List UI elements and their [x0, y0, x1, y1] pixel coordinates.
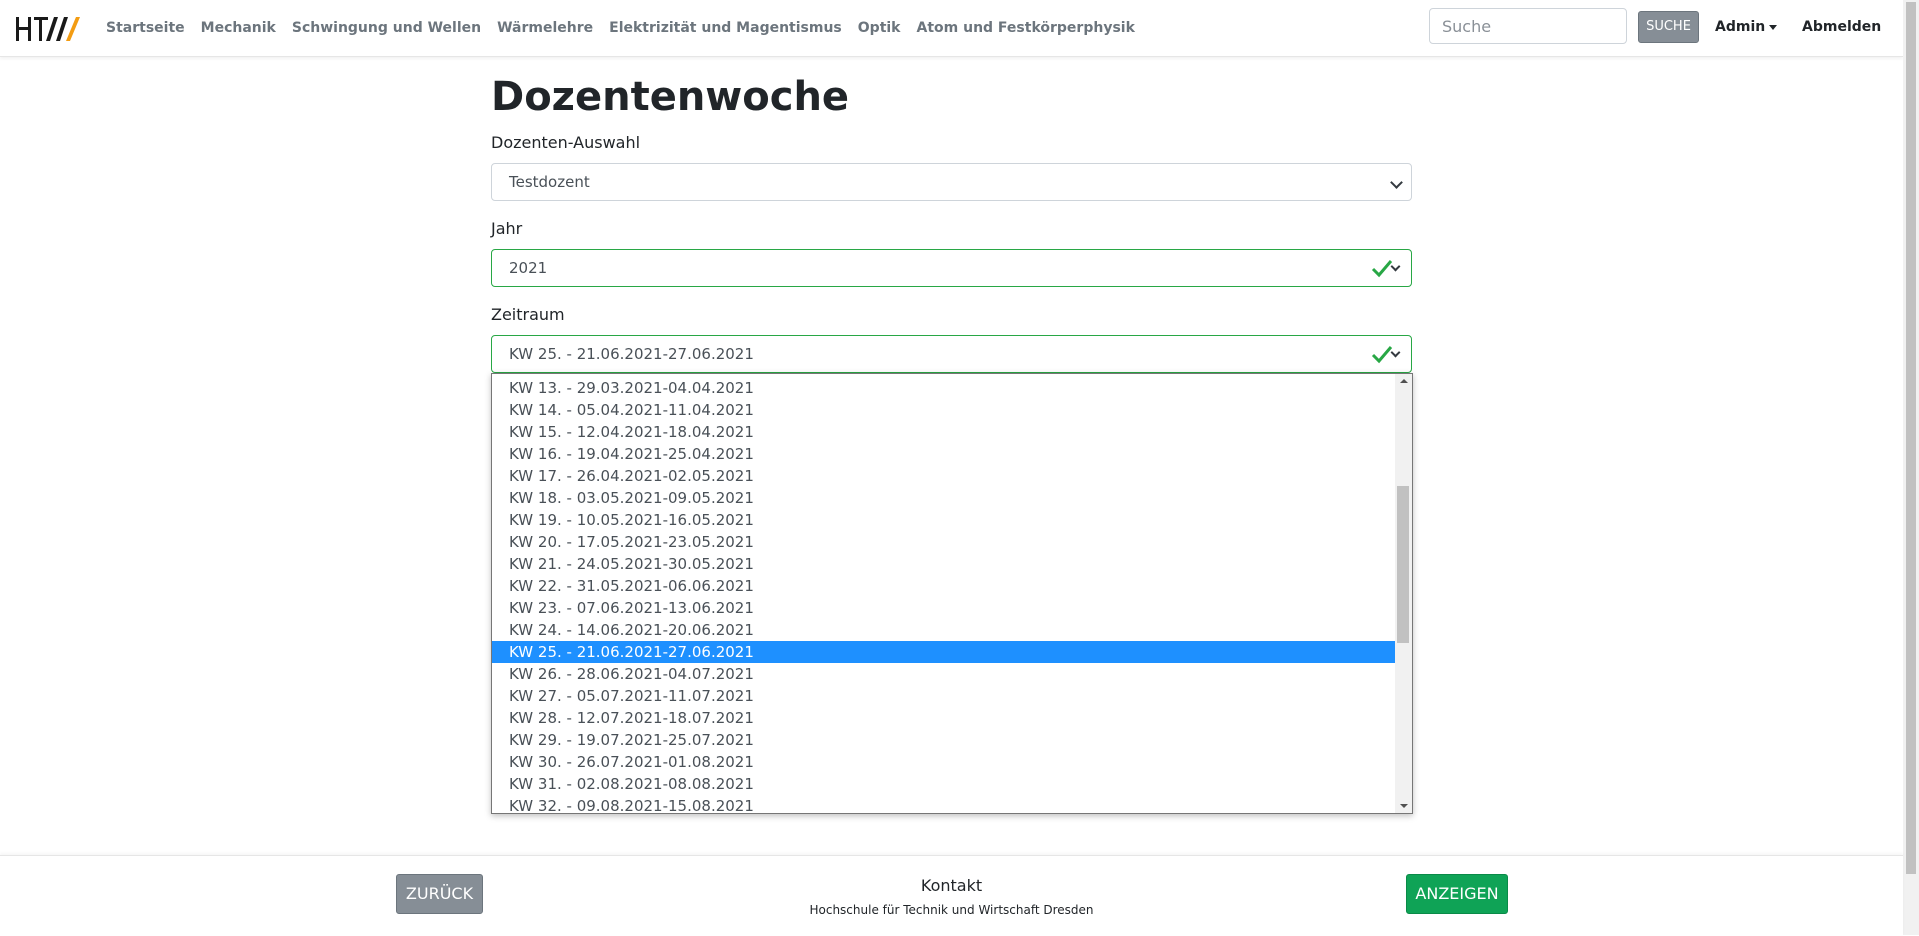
nav-link-atom-festkoerperphysik[interactable]: Atom und Festkörperphysik	[917, 20, 1135, 36]
search-button[interactable]: SUCHE	[1638, 11, 1699, 43]
caret-down-icon	[1769, 24, 1778, 30]
nav-link-elektrizitaet[interactable]: Elektrizität und Magentismus	[609, 20, 842, 36]
dropdown-option[interactable]: KW 28. - 12.07.2021-18.07.2021	[492, 707, 1395, 729]
nav-link-schwingung-und-wellen[interactable]: Schwingung und Wellen	[292, 20, 481, 36]
page-scrollbar[interactable]	[1903, 0, 1919, 935]
search-input[interactable]	[1429, 8, 1627, 44]
dropdown-option[interactable]: KW 14. - 05.04.2021-11.04.2021	[492, 399, 1395, 421]
dropdown-option[interactable]: KW 20. - 17.05.2021-23.05.2021	[492, 531, 1395, 553]
admin-dropdown[interactable]: Admin	[1715, 19, 1778, 35]
dropdown-option[interactable]: KW 19. - 10.05.2021-16.05.2021	[492, 509, 1395, 531]
dropdown-option[interactable]: KW 30. - 26.07.2021-01.08.2021	[492, 751, 1395, 773]
page-scrollbar-thumb[interactable]	[1906, 2, 1916, 874]
lecturer-label: Dozenten-Auswahl	[491, 133, 641, 152]
year-select-value: 2021	[509, 259, 548, 277]
chevron-down-icon	[1390, 176, 1403, 189]
nav-link-optik[interactable]: Optik	[858, 20, 901, 36]
scroll-up-arrow-icon[interactable]	[1400, 379, 1408, 383]
dropdown-scrollbar[interactable]	[1395, 374, 1412, 813]
scroll-down-arrow-icon[interactable]	[1400, 804, 1408, 808]
year-select[interactable]: 2021	[491, 249, 1412, 287]
period-dropdown-list[interactable]: KW 13. - 29.03.2021-04.04.2021 KW 14. - 0…	[491, 373, 1413, 814]
school-name: Hochschule für Technik und Wirtschaft Dr…	[809, 903, 1094, 917]
nav-link-startseite[interactable]: Startseite	[106, 20, 185, 36]
dropdown-option[interactable]: KW 13. - 29.03.2021-04.04.2021	[492, 377, 1395, 399]
period-select[interactable]: KW 25. - 21.06.2021-27.06.2021	[491, 335, 1412, 373]
dropdown-option[interactable]: KW 18. - 03.05.2021-09.05.2021	[492, 487, 1395, 509]
lecturer-select-value: Testdozent	[509, 173, 590, 191]
dropdown-option[interactable]: KW 21. - 24.05.2021-30.05.2021	[492, 553, 1395, 575]
nav-links: Startseite Mechanik Schwingung und Welle…	[106, 0, 1151, 56]
footer: ZURÜCK Kontakt Hochschule für Technik un…	[0, 855, 1903, 936]
htw-logo[interactable]	[16, 14, 82, 44]
dropdown-option[interactable]: KW 23. - 07.06.2021-13.06.2021	[492, 597, 1395, 619]
logout-link[interactable]: Abmelden	[1802, 19, 1881, 35]
valid-check-icon	[1371, 260, 1393, 278]
dropdown-option[interactable]: KW 25. - 21.06.2021-27.06.2021	[492, 641, 1395, 663]
contact-link[interactable]: Kontakt	[0, 876, 1903, 895]
nav-link-mechanik[interactable]: Mechanik	[201, 20, 276, 36]
dropdown-option[interactable]: KW 27. - 05.07.2021-11.07.2021	[492, 685, 1395, 707]
page-title: Dozentenwoche	[491, 74, 850, 120]
dropdown-option[interactable]: KW 26. - 28.06.2021-04.07.2021	[492, 663, 1395, 685]
show-button[interactable]: ANZEIGEN	[1406, 874, 1508, 914]
admin-label: Admin	[1715, 19, 1766, 35]
period-select-value: KW 25. - 21.06.2021-27.06.2021	[509, 345, 754, 363]
dropdown-option[interactable]: KW 15. - 12.04.2021-18.04.2021	[492, 421, 1395, 443]
dropdown-option[interactable]: KW 29. - 19.07.2021-25.07.2021	[492, 729, 1395, 751]
dropdown-option[interactable]: KW 22. - 31.05.2021-06.06.2021	[492, 575, 1395, 597]
lecturer-select[interactable]: Testdozent	[491, 163, 1412, 201]
dropdown-option[interactable]: KW 17. - 26.04.2021-02.05.2021	[492, 465, 1395, 487]
dropdown-option[interactable]: KW 31. - 02.08.2021-08.08.2021	[492, 773, 1395, 795]
year-label: Jahr	[491, 219, 523, 238]
dropdown-option[interactable]: KW 16. - 19.04.2021-25.04.2021	[492, 443, 1395, 465]
dropdown-scrollbar-thumb[interactable]	[1397, 486, 1409, 643]
nav-link-waermelehre[interactable]: Wärmelehre	[497, 20, 593, 36]
period-label: Zeitraum	[491, 305, 565, 324]
navbar: Startseite Mechanik Schwingung und Welle…	[0, 0, 1903, 57]
dropdown-option[interactable]: KW 24. - 14.06.2021-20.06.2021	[492, 619, 1395, 641]
valid-check-icon	[1371, 346, 1393, 364]
dropdown-option[interactable]: KW 32. - 09.08.2021-15.08.2021	[492, 795, 1395, 813]
